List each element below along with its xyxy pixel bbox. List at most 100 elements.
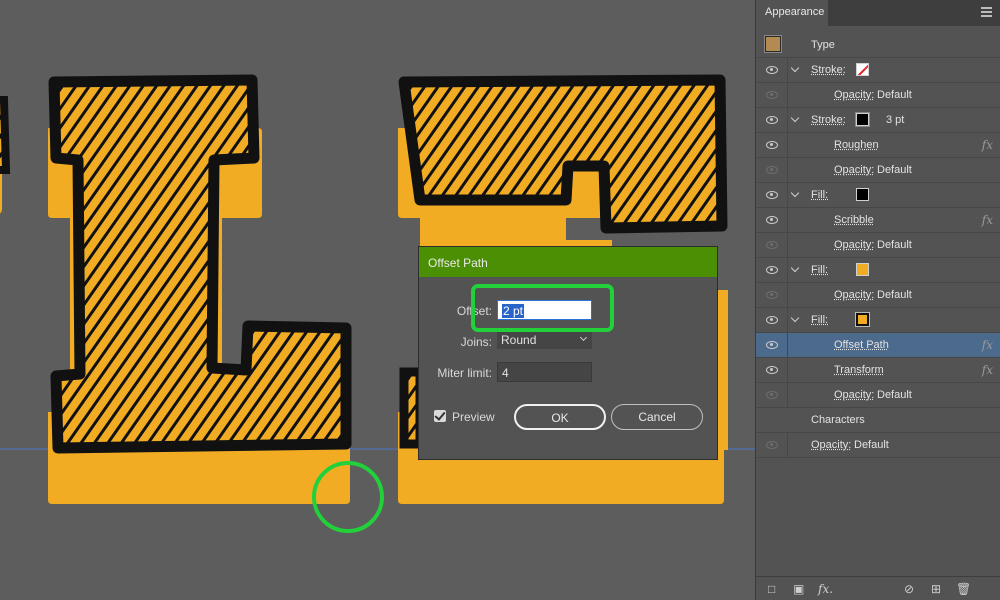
row-label[interactable]: Opacity: [834, 289, 874, 301]
chevron-down-icon [580, 334, 587, 341]
color-swatch[interactable] [856, 113, 869, 126]
row-label[interactable]: Scribble [834, 214, 874, 226]
highlight-circle [312, 461, 384, 533]
appearance-row[interactable]: Stroke: 3 pt [756, 108, 1000, 133]
row-label[interactable]: Fill: [811, 264, 828, 276]
row-divider [787, 383, 788, 408]
row-value: Default [877, 89, 912, 101]
chevron-down-icon[interactable] [791, 314, 799, 322]
visibility-eye-icon[interactable] [766, 116, 778, 124]
visibility-eye-icon[interactable] [766, 191, 778, 199]
appearance-panel: Appearance Type Stroke: Opacity: Default Str… [755, 0, 1000, 600]
row-divider [787, 258, 788, 283]
fx-icon[interactable]: fx [982, 138, 993, 152]
visibility-eye-icon[interactable] [766, 91, 778, 99]
row-label[interactable]: Fill: [811, 314, 828, 326]
preview-checkbox[interactable] [434, 410, 446, 422]
row-value: Default [854, 439, 889, 451]
visibility-eye-icon[interactable] [766, 141, 778, 149]
visibility-eye-icon[interactable] [766, 166, 778, 174]
appearance-row[interactable]: Fill: [756, 308, 1000, 333]
row-value: Default [877, 164, 912, 176]
new-stroke-icon[interactable]: □ [768, 582, 775, 596]
row-divider [787, 108, 788, 133]
appearance-row[interactable]: Fill: [756, 183, 1000, 208]
row-label[interactable]: Offset Path [834, 339, 889, 351]
fx-icon[interactable]: fx [982, 363, 993, 377]
row-value: 3 pt [886, 114, 904, 126]
visibility-eye-icon[interactable] [766, 441, 778, 449]
appearance-row[interactable]: Characters [756, 408, 1000, 433]
color-swatch[interactable] [856, 188, 869, 201]
row-divider [787, 233, 788, 258]
add-effect-icon[interactable]: fx. [818, 582, 833, 596]
appearance-row[interactable]: Opacity: Default [756, 433, 1000, 458]
miter-limit-label: Miter limit: [437, 366, 492, 380]
appearance-row[interactable]: Scribble fx [756, 208, 1000, 233]
appearance-row[interactable]: Type [756, 33, 1000, 58]
row-divider [787, 183, 788, 208]
joins-label: Joins: [461, 335, 492, 349]
visibility-eye-icon[interactable] [766, 216, 778, 224]
joins-select[interactable]: Round [497, 331, 592, 349]
visibility-eye-icon[interactable] [766, 266, 778, 274]
color-swatch[interactable] [856, 263, 869, 276]
row-label[interactable]: Transform [834, 364, 884, 376]
type-label: Type [811, 39, 835, 51]
dialog-title: Offset Path [419, 247, 717, 277]
chevron-down-icon[interactable] [791, 264, 799, 272]
chevron-down-icon[interactable] [791, 189, 799, 197]
appearance-row[interactable]: Transform fx [756, 358, 1000, 383]
new-fill-icon[interactable]: ▣ [793, 582, 804, 596]
cancel-button[interactable]: Cancel [611, 404, 703, 430]
row-label[interactable]: Opacity: [834, 89, 874, 101]
chevron-down-icon[interactable] [791, 114, 799, 122]
miter-limit-input[interactable]: 4 [497, 362, 592, 382]
row-label[interactable]: Opacity: [834, 164, 874, 176]
appearance-row[interactable]: Opacity: Default [756, 383, 1000, 408]
row-divider [787, 58, 788, 83]
appearance-row[interactable]: Stroke: [756, 58, 1000, 83]
letter-l [48, 80, 350, 504]
appearance-row[interactable]: Opacity: Default [756, 233, 1000, 258]
fx-icon[interactable]: fx [982, 338, 993, 352]
visibility-eye-icon[interactable] [766, 291, 778, 299]
row-label[interactable]: Opacity: [834, 389, 874, 401]
row-value: Default [877, 389, 912, 401]
panel-menu-icon[interactable] [981, 7, 992, 17]
appearance-row[interactable]: Offset Path fx [756, 333, 1000, 358]
appearance-row[interactable]: Roughen fx [756, 133, 1000, 158]
row-label[interactable]: Stroke: [811, 64, 846, 76]
panel-tabbar: Appearance [756, 0, 1000, 26]
row-divider [787, 208, 788, 233]
row-divider [787, 158, 788, 183]
row-label[interactable]: Fill: [811, 189, 828, 201]
panel-bottom-bar: □ ▣ fx. ⊘ ⊞ 🗑︎ [756, 576, 1000, 600]
row-label[interactable]: Roughen [834, 139, 879, 151]
row-divider [787, 358, 788, 383]
visibility-eye-icon[interactable] [766, 391, 778, 399]
fx-icon[interactable]: fx [982, 213, 993, 227]
visibility-eye-icon[interactable] [766, 366, 778, 374]
clear-icon[interactable]: ⊘ [904, 582, 914, 596]
appearance-row[interactable]: Opacity: Default [756, 158, 1000, 183]
row-divider [787, 133, 788, 158]
duplicate-icon[interactable]: ⊞ [931, 582, 941, 596]
visibility-eye-icon[interactable] [766, 66, 778, 74]
appearance-row[interactable]: Opacity: Default [756, 283, 1000, 308]
delete-icon[interactable]: 🗑︎ [956, 582, 971, 596]
appearance-row[interactable]: Fill: [756, 258, 1000, 283]
tab-appearance[interactable]: Appearance [756, 0, 828, 26]
visibility-eye-icon[interactable] [766, 241, 778, 249]
row-label[interactable]: Opacity: [834, 239, 874, 251]
ok-button[interactable]: OK [514, 404, 606, 430]
appearance-row[interactable]: Opacity: Default [756, 83, 1000, 108]
visibility-eye-icon[interactable] [766, 316, 778, 324]
row-label[interactable]: Opacity: [811, 439, 851, 451]
color-swatch[interactable] [856, 63, 869, 76]
chevron-down-icon[interactable] [791, 64, 799, 72]
color-swatch[interactable] [856, 313, 869, 326]
joins-row: Joins: Round [419, 331, 719, 353]
visibility-eye-icon[interactable] [766, 341, 778, 349]
row-label[interactable]: Stroke: [811, 114, 846, 126]
